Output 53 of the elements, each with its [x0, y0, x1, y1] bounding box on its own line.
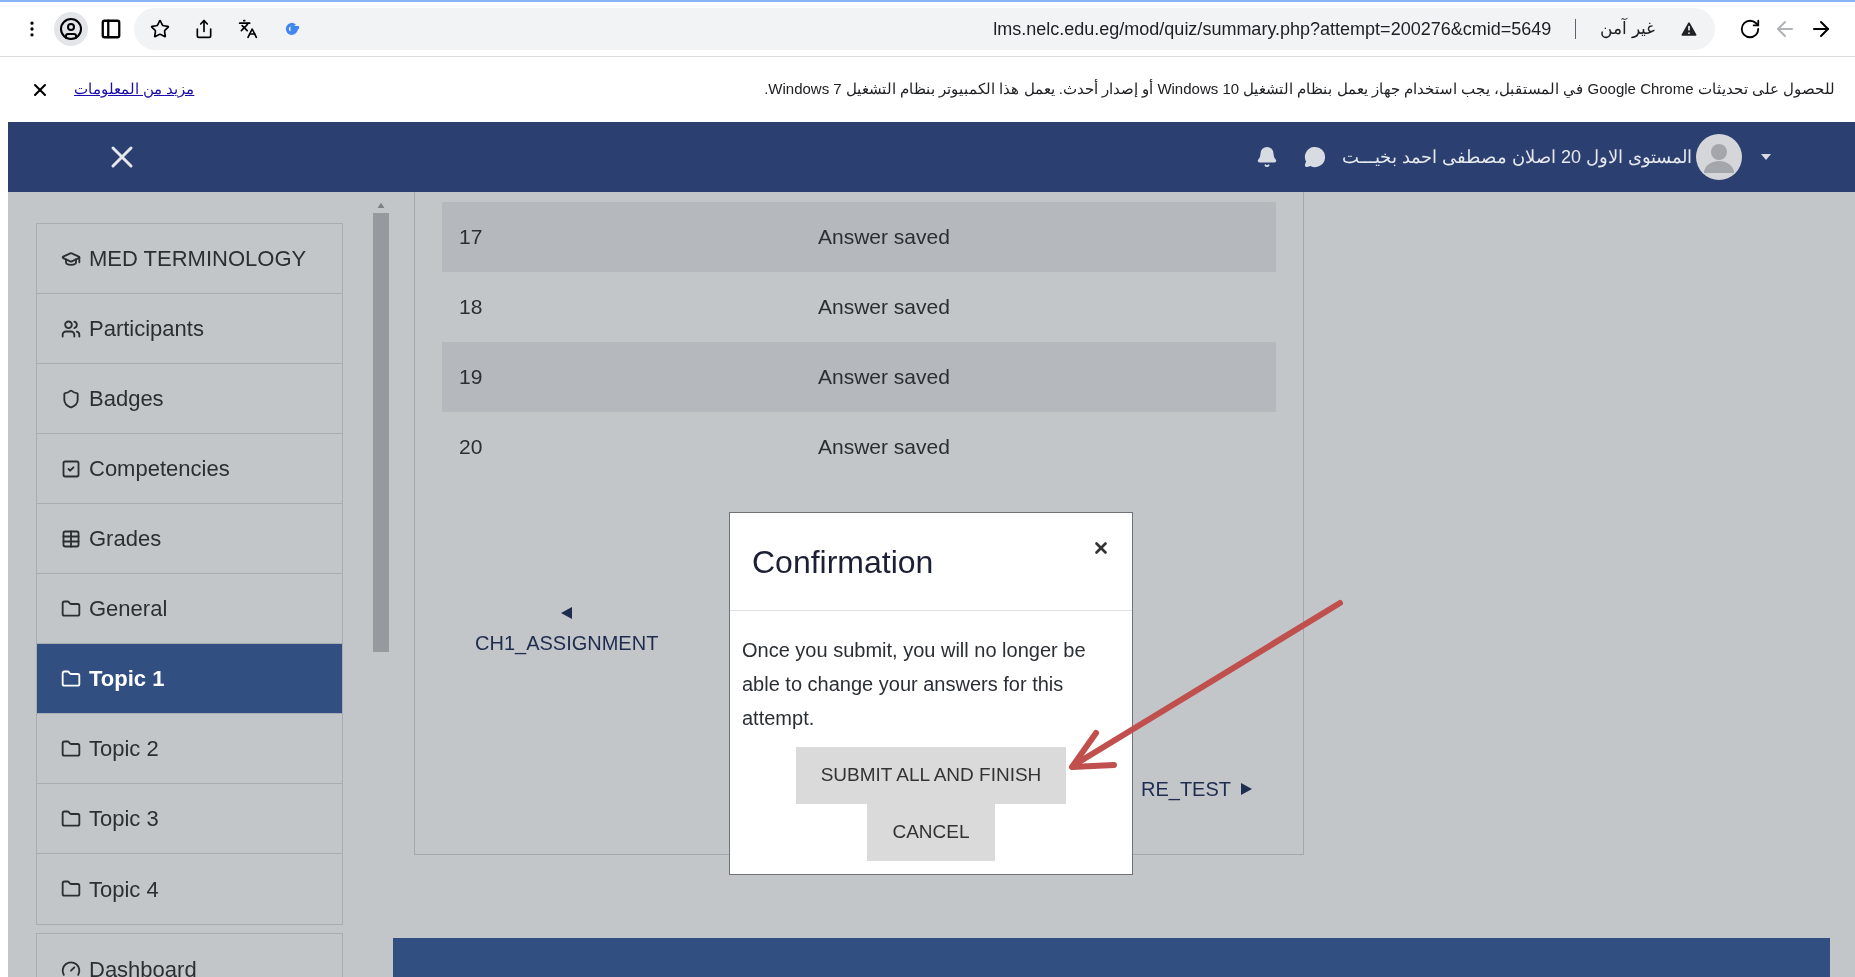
- answer-status: Answer saved: [818, 224, 950, 251]
- sidebar-item[interactable]: Topic 3: [37, 784, 342, 854]
- user-name[interactable]: المستوى الاول 20 اصلان مصطفى احمد بخيـــت: [1341, 143, 1692, 171]
- close-button[interactable]: [1092, 539, 1110, 557]
- answer-status: Answer saved: [818, 364, 950, 391]
- submit-button[interactable]: SUBMIT ALL AND FINISH: [795, 747, 1067, 804]
- security-label: غير آمن: [1600, 17, 1655, 41]
- infobar-message: للحصول على تحديثات Google Chrome في المستقبل، يجب استخدام جهاز يعمل بنظام التشغيل Windows 10 أو إصدار أحدث. يعمل هذا الكمبيوتر بنظام التشغيل Windows 7.: [764, 78, 1835, 100]
- left-triangle-icon: [559, 606, 574, 620]
- close-icon: [1092, 539, 1110, 557]
- profile-icon[interactable]: [59, 17, 83, 41]
- sidebar-item[interactable]: Topic 1: [37, 644, 342, 714]
- sidebar-item[interactable]: Participants: [37, 294, 342, 364]
- question-number: 17: [459, 224, 484, 251]
- sidebar-item[interactable]: Topic 2: [37, 714, 342, 784]
- share-icon[interactable]: [194, 19, 214, 39]
- gauge-icon: [61, 959, 81, 977]
- sidebar-item[interactable]: MED TERMINOLOGY: [37, 224, 342, 294]
- learn-more-link[interactable]: مزيد من المعلومات: [74, 78, 195, 101]
- checkbox-icon: [61, 458, 81, 479]
- question-number: 20: [459, 434, 484, 461]
- folder-icon: [61, 598, 81, 619]
- translate-icon[interactable]: [238, 19, 258, 39]
- cancel-button[interactable]: CANCEL: [867, 804, 995, 861]
- sidebar-item[interactable]: Competencies: [37, 434, 342, 504]
- folder-icon: [61, 668, 81, 689]
- question-number: 19: [459, 364, 484, 391]
- star-icon[interactable]: [150, 19, 170, 39]
- sidebar-item[interactable]: Grades: [37, 504, 342, 574]
- folder-icon: [61, 879, 81, 899]
- people-icon: [61, 318, 81, 339]
- dialog-title: Confirmation: [752, 542, 934, 582]
- right-triangle-icon: [1239, 782, 1254, 796]
- chat-icon[interactable]: [1303, 146, 1326, 168]
- warning-icon[interactable]: [1679, 19, 1699, 39]
- question-number: 18: [459, 294, 484, 321]
- dialog-message: Once you submit, you will no longer be able to change your answers for this attempt.: [741, 638, 1087, 731]
- grid-icon: [61, 528, 81, 549]
- folder-icon: [61, 808, 81, 829]
- reload-icon[interactable]: [1739, 18, 1761, 40]
- sidebar-item[interactable]: Badges: [37, 364, 342, 434]
- avatar-icon[interactable]: [1696, 134, 1742, 180]
- previous-link[interactable]: CH1_ASSIGNMENT: [475, 606, 659, 658]
- caret-icon[interactable]: [1760, 153, 1772, 161]
- folder-icon: [61, 738, 81, 759]
- side-panel-icon[interactable]: [100, 18, 122, 40]
- bell-icon[interactable]: [1255, 146, 1278, 168]
- shield-icon: [61, 388, 81, 409]
- sidebar-item[interactable]: Dashboard: [37, 934, 342, 977]
- answer-status: Answer saved: [818, 434, 950, 461]
- answer-status: Answer saved: [818, 294, 950, 321]
- url-text: lms.nelc.edu.eg/mod/quiz/summary.php?attempt=200276&cmid=5649: [993, 17, 1552, 41]
- sidebar-item[interactable]: Topic 4: [37, 854, 342, 924]
